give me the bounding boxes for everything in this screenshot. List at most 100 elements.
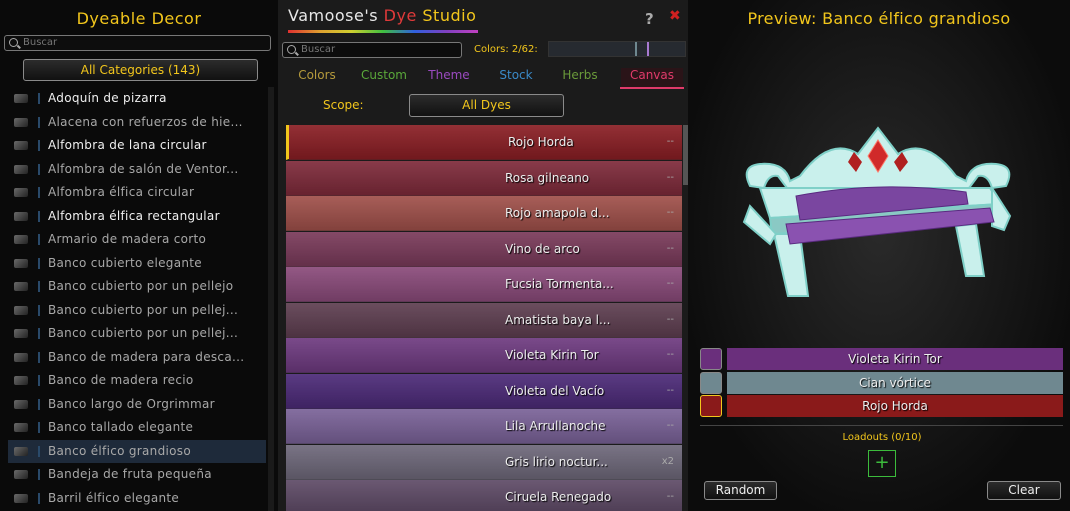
decor-item-label: Banco cubierto por un pellejo (48, 279, 234, 293)
dye-name: Ciruela Renegado (505, 490, 612, 504)
decor-list: Adoquín de pizarra Alacena con refuerzos … (8, 87, 266, 511)
decor-item-label: Alfombra élfica circular (48, 185, 195, 199)
decor-item-label: Banco cubierto elegante (48, 255, 202, 270)
decor-thumbnail-icon (14, 423, 28, 432)
dye-name: Rojo amapola d... (505, 206, 610, 220)
dye-search-input[interactable]: Buscar (282, 42, 462, 58)
decor-item-label: Banco cubierto por un pellej... (48, 326, 239, 340)
decor-list-item[interactable]: Alfombra élfica rectangular (8, 205, 266, 228)
add-loadout-button[interactable]: + (868, 450, 896, 477)
scope-dropdown[interactable]: All Dyes (409, 94, 564, 117)
decor-list-scrollbar[interactable] (268, 87, 274, 511)
dye-slot-label: Rojo Horda (727, 395, 1063, 417)
decor-panel: Dyeable Decor Buscar All Categories (143… (0, 0, 278, 511)
selected-colors-strip[interactable] (548, 41, 686, 57)
dye-name: Fucsia Tormenta... (505, 277, 614, 291)
tab-canvas[interactable]: Canvas (621, 68, 683, 88)
item-divider (38, 375, 40, 386)
decor-search-placeholder: Buscar (23, 37, 58, 48)
decor-thumbnail-icon (14, 352, 28, 362)
dye-slot[interactable]: Violeta Kirin Tor (700, 348, 1063, 370)
dye-count: -- (666, 242, 674, 254)
tab-herbs[interactable]: Herbs (560, 68, 600, 88)
dye-row[interactable]: Gris lirio noctur... x2 (286, 444, 682, 480)
dye-slot[interactable]: Cian vórtice (700, 371, 1063, 394)
tab-stock[interactable]: Stock (496, 68, 536, 88)
decor-list-item[interactable]: Banco de madera para desca... (8, 346, 266, 369)
decor-list-item[interactable]: Banco largo de Orgrimmar (8, 393, 266, 416)
decor-thumbnail-icon (14, 235, 28, 244)
dye-row[interactable]: Ciruela Renegado -- (286, 480, 682, 511)
decor-list-item[interactable]: Banco cubierto elegante (8, 252, 266, 275)
preview-panel: Preview: Banco élfico grandioso Violeta … (688, 0, 1070, 511)
decor-list-item[interactable]: Armario de madera corto (8, 228, 266, 251)
clear-button[interactable]: Clear (987, 481, 1061, 500)
search-icon (9, 38, 18, 47)
decor-thumbnail-icon (14, 446, 28, 456)
dye-row[interactable]: Rojo amapola d... -- (286, 196, 682, 231)
tab-colors[interactable]: Colors (296, 68, 338, 88)
tab-theme[interactable]: Theme (425, 68, 473, 88)
help-icon[interactable]: ? (645, 10, 654, 28)
decor-list-item[interactable]: Banco élfico grandioso (8, 439, 266, 463)
dye-row[interactable]: Lila Arrullanoche -- (286, 409, 682, 444)
search-icon (287, 45, 296, 54)
decor-thumbnail-icon (14, 376, 28, 385)
decor-list-item[interactable]: Banco de madera recio (8, 369, 266, 392)
close-icon[interactable]: ✖ (669, 8, 681, 24)
dye-count: -- (666, 207, 674, 218)
dye-name: Gris lirio noctur... (505, 454, 608, 469)
dye-row[interactable]: Violeta del Vacío -- (286, 373, 682, 409)
dye-name: Vino de arco (505, 241, 580, 256)
dye-row[interactable]: Vino de arco -- (286, 231, 682, 267)
tab-custom[interactable]: Custom (358, 68, 410, 88)
dye-row[interactable]: Rosa gilneano -- (286, 160, 682, 196)
dye-row[interactable]: Fucsia Tormenta... -- (286, 267, 682, 302)
decor-thumbnail-icon (14, 305, 28, 315)
bench-model[interactable] (730, 126, 1018, 302)
item-divider (38, 422, 40, 433)
dye-count: -- (666, 171, 674, 183)
decor-thumbnail-icon (14, 470, 28, 479)
decor-thumbnail-icon (14, 258, 28, 268)
dye-row[interactable]: Rojo Horda -- (286, 125, 682, 160)
color-marker (635, 42, 637, 56)
decor-thumbnail-icon (14, 211, 28, 221)
decor-list-item[interactable]: Alfombra élfica circular (8, 181, 266, 204)
decor-list-item[interactable]: Adoquín de pizarra (8, 87, 266, 110)
dye-name: Rojo Horda (508, 135, 574, 149)
decor-thumbnail-icon (14, 399, 28, 409)
decor-list-item[interactable]: Alfombra de salón de Ventor... (8, 158, 266, 181)
rainbow-underline (288, 30, 478, 33)
decor-list-item[interactable]: Banco cubierto por un pellej... (8, 299, 266, 322)
decor-thumbnail-icon (14, 188, 28, 197)
decor-item-label: Banco largo de Orgrimmar (48, 396, 215, 411)
decor-list-item[interactable]: Bandeja de fruta pequeña (8, 463, 266, 486)
dye-swatch[interactable] (700, 348, 722, 370)
loadouts-label: Loadouts (0/10) (842, 432, 922, 443)
decor-item-label: Banco de madera recio (48, 373, 194, 387)
dye-name: Rosa gilneano (505, 170, 590, 185)
decor-search-input[interactable]: Buscar (4, 35, 271, 51)
dye-swatch[interactable] (700, 371, 722, 394)
dye-row[interactable]: Violeta Kirin Tor -- (286, 338, 682, 373)
decor-item-label: Armario de madera corto (48, 232, 207, 246)
dye-row[interactable]: Amatista baya l... -- (286, 302, 682, 338)
decor-list-item[interactable]: Barril élfico elegante (8, 487, 266, 510)
random-button[interactable]: Random (704, 481, 777, 500)
all-categories-dropdown[interactable]: All Categories (143) (23, 59, 258, 81)
decor-list-item[interactable]: Alfombra de lana circular (8, 134, 266, 157)
item-divider (38, 281, 40, 292)
decor-item-label: Alacena con refuerzos de hie... (48, 114, 243, 129)
dye-swatch[interactable] (700, 395, 722, 417)
dye-name: Amatista baya l... (505, 312, 611, 327)
decor-list-item[interactable]: Banco cubierto por un pellej... (8, 322, 266, 345)
decor-list-item[interactable]: Alacena con refuerzos de hie... (8, 111, 266, 134)
decor-item-label: Banco cubierto por un pellej... (48, 302, 239, 317)
decor-list-item[interactable]: Banco cubierto por un pellejo (8, 275, 266, 298)
decor-item-label: Banco de madera para desca... (48, 349, 245, 364)
decor-list-item[interactable]: Banco tallado elegante (8, 416, 266, 439)
dye-slot[interactable]: Rojo Horda (700, 395, 1063, 417)
decor-thumbnail-icon (14, 493, 28, 503)
item-divider (38, 93, 40, 104)
